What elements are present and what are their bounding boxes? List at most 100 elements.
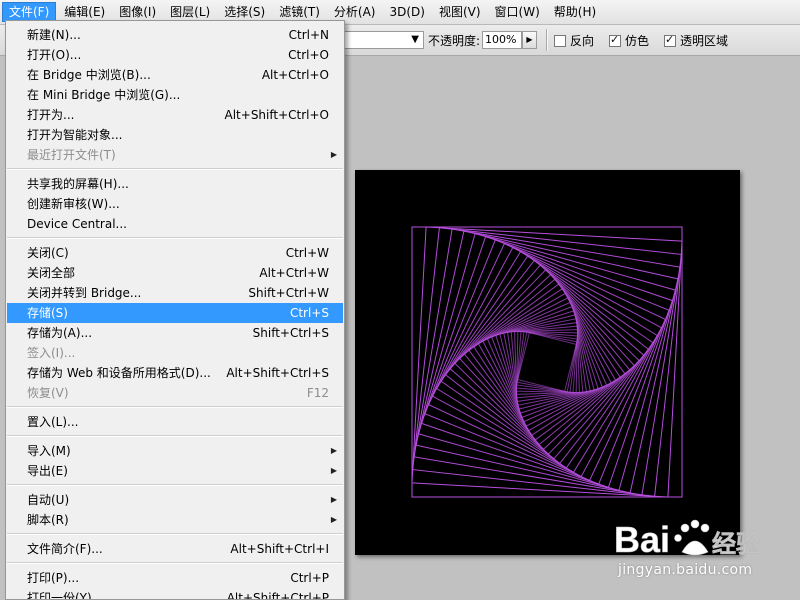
file-menu-item[interactable]: 打开为... Alt+Shift+Ctrl+O	[7, 105, 343, 125]
menu-1[interactable]: 编辑(E)	[58, 3, 111, 21]
menu-item-label: 关闭全部	[27, 266, 76, 280]
menu-8[interactable]: 视图(V)	[433, 3, 487, 21]
menu-item-shortcut: Shift+Ctrl+S	[252, 326, 329, 340]
file-menu-item[interactable]: 新建(N)... Ctrl+N	[7, 25, 343, 45]
menu-9[interactable]: 窗口(W)	[489, 3, 546, 21]
submenu-arrow-icon: ▶	[330, 495, 337, 504]
file-menu-item[interactable]: 置入(L)...	[7, 412, 343, 432]
menu-item-label: 导出(E)	[27, 464, 68, 478]
spiral-square	[427, 242, 667, 482]
menu-item-label: 文件简介(F)...	[27, 542, 103, 556]
menu-item-shortcut: Shift+Ctrl+W	[248, 286, 329, 300]
file-menu-item[interactable]: 打开(O)... Ctrl+O	[7, 45, 343, 65]
menu-item-shortcut: Alt+Shift+Ctrl+O	[224, 108, 329, 122]
chevron-down-icon: ▼	[411, 34, 419, 45]
menu-5[interactable]: 滤镜(T)	[273, 3, 326, 21]
separator	[546, 29, 548, 51]
submenu-arrow-icon: ▶	[330, 515, 337, 524]
file-menu-item: 最近打开文件(T) ▶	[7, 145, 343, 165]
menu-item-shortcut: Alt+Shift+Ctrl+S	[226, 366, 329, 380]
menu-separator	[7, 237, 343, 239]
spiral-square	[516, 331, 578, 393]
menu-item-shortcut: Ctrl+S	[289, 306, 329, 320]
checkbox-icon	[664, 33, 676, 47]
file-menu-item[interactable]: 关闭(C) Ctrl+W	[7, 243, 343, 263]
spiral-square	[458, 273, 636, 451]
menu-0[interactable]: 文件(F)	[2, 2, 57, 22]
opacity-slider-button[interactable]: ▶	[522, 31, 537, 49]
file-menu-item[interactable]: 共享我的屏幕(H)...	[7, 174, 343, 194]
checkbox-icon	[609, 33, 621, 47]
menu-4[interactable]: 选择(S)	[218, 3, 271, 21]
submenu-arrow-icon: ▶	[330, 150, 337, 159]
file-menu-item[interactable]: 文件简介(F)... Alt+Shift+Ctrl+I	[7, 539, 343, 559]
file-menu-item[interactable]: 存储为 Web 和设备所用格式(D)... Alt+Shift+Ctrl+S	[7, 363, 343, 383]
document-canvas[interactable]	[355, 170, 740, 555]
transparency-checkbox[interactable]: 透明区域	[664, 32, 728, 49]
spiral-square	[491, 306, 603, 418]
menu-item-shortcut: Alt+Ctrl+O	[261, 68, 329, 82]
file-menu-item[interactable]: 在 Mini Bridge 中浏览(G)...	[7, 85, 343, 105]
gradient-mode-dropdown[interactable]: ▼	[336, 31, 424, 49]
menu-separator	[7, 484, 343, 486]
file-menu-item[interactable]: 自动(U) ▶	[7, 490, 343, 510]
spiral-square	[516, 331, 578, 393]
file-menu-item[interactable]: 关闭并转到 Bridge... Shift+Ctrl+W	[7, 283, 343, 303]
menu-item-label: 新建(N)...	[27, 28, 81, 42]
watermark-url: jingyan.baidu.com	[618, 562, 753, 578]
spiral-square	[444, 259, 650, 465]
menu-10[interactable]: 帮助(H)	[548, 3, 602, 21]
file-menu-item[interactable]: 打印一份(Y) Alt+Shift+Ctrl+P	[7, 588, 343, 599]
menu-item-shortcut: Ctrl+N	[288, 28, 329, 42]
file-menu-item[interactable]: Device Central...	[7, 214, 343, 234]
spiral-square	[514, 329, 580, 395]
file-menu-item[interactable]: 存储(S) Ctrl+S	[7, 303, 343, 323]
spiral-square	[477, 292, 617, 432]
opacity-input[interactable]: 100%	[482, 31, 522, 49]
menu-item-label: 打开为智能对象...	[27, 128, 123, 142]
file-menu-item[interactable]: 脚本(R) ▶	[7, 510, 343, 530]
dither-checkbox[interactable]: 仿色	[609, 32, 649, 49]
menu-item-label: 脚本(R)	[27, 513, 69, 527]
menu-2[interactable]: 图像(I)	[113, 3, 162, 21]
file-menu-item: 恢复(V) F12	[7, 383, 343, 403]
menu-item-label: 在 Bridge 中浏览(B)...	[27, 68, 151, 82]
menu-7[interactable]: 3D(D)	[383, 3, 430, 21]
menu-6[interactable]: 分析(A)	[328, 3, 382, 21]
reverse-checkbox[interactable]: 反向	[554, 32, 594, 49]
menu-item-shortcut: Ctrl+W	[285, 246, 329, 260]
submenu-arrow-icon: ▶	[330, 466, 337, 475]
file-menu-item: 签入(I)...	[7, 343, 343, 363]
menu-item-label: 打开为...	[27, 108, 75, 122]
menu-item-label: 存储(S)	[27, 306, 68, 320]
file-menu-item[interactable]: 打印(P)... Ctrl+P	[7, 568, 343, 588]
dither-label: 仿色	[625, 34, 650, 48]
spiral-square	[454, 269, 640, 455]
file-menu-item[interactable]: 打开为智能对象...	[7, 125, 343, 145]
spiral-square	[482, 297, 612, 427]
file-menu-item[interactable]: 关闭全部 Alt+Ctrl+W	[7, 263, 343, 283]
menu-item-label: 最近打开文件(T)	[27, 148, 116, 162]
menu-item-label: 打印(P)...	[27, 571, 80, 585]
menu-item-label: 关闭(C)	[27, 246, 69, 260]
file-menu-item[interactable]: 导入(M) ▶	[7, 441, 343, 461]
baidu-logo: Bai 经验	[614, 519, 761, 561]
spiral-square	[449, 264, 645, 460]
menu-item-label: 置入(L)...	[27, 415, 79, 429]
menu-3[interactable]: 图层(L)	[164, 3, 216, 21]
menu-separator	[7, 168, 343, 170]
spiral-square	[440, 255, 654, 469]
opacity-label: 不透明度:	[428, 34, 481, 48]
file-menu-item[interactable]: 存储为(A)... Shift+Ctrl+S	[7, 323, 343, 343]
file-menu-item[interactable]: 创建新审核(W)...	[7, 194, 343, 214]
chevron-right-icon: ▶	[526, 35, 533, 44]
file-menu-item[interactable]: 导出(E) ▶	[7, 461, 343, 481]
menu-separator	[7, 562, 343, 564]
menu-separator	[7, 406, 343, 408]
reverse-label: 反向	[570, 34, 595, 48]
menu-item-shortcut: Alt+Shift+Ctrl+I	[230, 542, 329, 556]
transparency-label: 透明区域	[680, 34, 729, 48]
menu-item-shortcut: Ctrl+P	[290, 571, 329, 585]
menu-item-shortcut: Alt+Ctrl+W	[259, 266, 329, 280]
file-menu-item[interactable]: 在 Bridge 中浏览(B)... Alt+Ctrl+O	[7, 65, 343, 85]
